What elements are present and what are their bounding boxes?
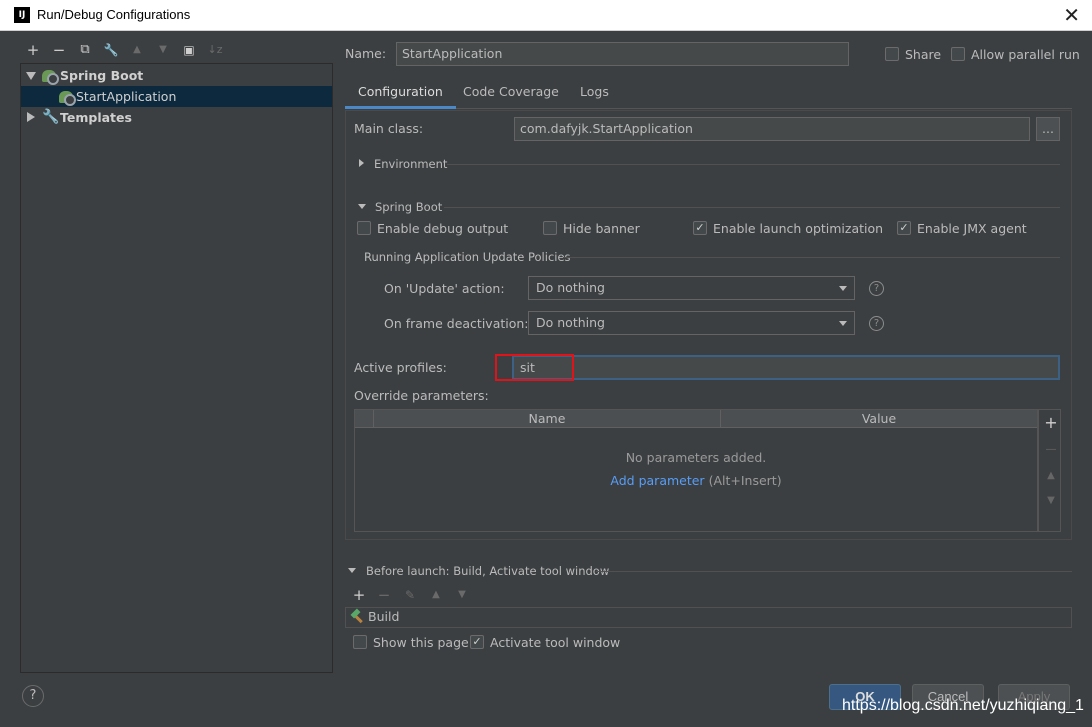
remove-icon[interactable]: ― [1043, 444, 1059, 455]
activate-tool-window-label: Activate tool window [490, 635, 621, 650]
enable-launch-optimization-label: Enable launch optimization [713, 221, 884, 236]
watermark-text: https://blog.csdn.net/yuzhiqiang_1 [842, 697, 1084, 714]
update-policies-label: Running Application Update Policies [364, 250, 571, 264]
separator [596, 571, 1072, 572]
tab-code-coverage[interactable]: Code Coverage [450, 79, 572, 109]
tree-item-label: StartApplication [76, 89, 177, 104]
enable-jmx-agent-label: Enable JMX agent [917, 221, 1027, 236]
environment-section-label[interactable]: Environment [374, 157, 447, 171]
browse-button[interactable]: ... [1036, 117, 1060, 141]
name-field[interactable]: StartApplication [396, 42, 849, 66]
before-launch-task-build[interactable]: Build [345, 607, 1072, 628]
spring-boot-section-label: Spring Boot [375, 200, 443, 214]
close-icon[interactable]: ✕ [1063, 3, 1080, 27]
chevron-down-icon [839, 321, 847, 326]
expand-arrow-icon[interactable] [26, 72, 36, 80]
add-parameter-shortcut: (Alt+Insert) [708, 473, 782, 488]
expand-arrow-icon[interactable] [359, 159, 364, 167]
remove-icon[interactable]: − [49, 40, 69, 60]
add-icon[interactable]: + [349, 585, 369, 605]
tree-group-templates[interactable]: 🔧 Templates [21, 107, 332, 128]
folder-icon[interactable]: ▣ [179, 40, 199, 60]
spring-boot-icon [42, 70, 59, 85]
separator [563, 257, 1060, 258]
hide-banner-label: Hide banner [563, 221, 640, 236]
left-toolbar: + − ⧉ 🔧 ▲ ▼ ▣ ↓z [20, 40, 240, 62]
name-label: Name: [345, 46, 387, 61]
title-bar: IJ Run/Debug Configurations ✕ [0, 0, 1092, 31]
enable-launch-optimization-checkbox[interactable]: ✓ [693, 221, 707, 235]
collapse-arrow-icon[interactable] [348, 568, 356, 573]
separator [447, 164, 1060, 165]
allow-parallel-run-label: Allow parallel run [971, 47, 1080, 62]
main-class-label: Main class: [354, 121, 424, 136]
move-up-icon[interactable]: ▲ [1043, 470, 1059, 481]
highlight-box [495, 354, 574, 381]
collapse-arrow-icon[interactable] [27, 112, 35, 122]
add-parameter-link[interactable]: Add parameter [610, 473, 704, 488]
update-action-value: Do nothing [536, 280, 605, 295]
share-label: Share [905, 47, 942, 62]
tree-item-startapplication[interactable]: StartApplication [21, 86, 332, 107]
wrench-icon[interactable]: 🔧 [101, 40, 121, 60]
share-checkbox[interactable] [885, 47, 899, 61]
tab-configuration[interactable]: Configuration [345, 79, 456, 109]
override-parameters-label: Override parameters: [354, 388, 489, 403]
column-header-value[interactable]: Value [720, 410, 1037, 428]
hide-banner-checkbox[interactable] [543, 221, 557, 235]
help-icon[interactable]: ? [22, 685, 44, 707]
move-down-icon[interactable]: ▼ [452, 585, 472, 605]
window-title: Run/Debug Configurations [37, 7, 191, 22]
enable-debug-output-label: Enable debug output [377, 221, 509, 236]
frame-deactivation-label: On frame deactivation: [384, 316, 529, 331]
before-launch-label: Before launch: Build, Activate tool wind… [366, 564, 610, 578]
add-parameter-row: Add parameter (Alt+Insert) [355, 473, 1037, 488]
tree-group-label: Spring Boot [60, 68, 144, 83]
show-this-page-label: Show this page [373, 635, 469, 650]
move-up-icon[interactable]: ▲ [127, 40, 147, 60]
tab-bar: Configuration Code Coverage Logs [345, 79, 1072, 109]
edit-icon[interactable]: ✎ [400, 585, 420, 605]
move-up-icon[interactable]: ▲ [426, 585, 446, 605]
collapse-arrow-icon[interactable] [358, 204, 366, 209]
override-parameters-table: Name Value No parameters added. Add para… [354, 409, 1038, 532]
sort-icon[interactable]: ↓z [205, 40, 225, 60]
move-down-icon[interactable]: ▼ [153, 40, 173, 60]
update-action-label: On 'Update' action: [384, 281, 505, 296]
tree-group-spring-boot[interactable]: Spring Boot [21, 65, 332, 86]
spring-boot-icon [59, 91, 76, 106]
intellij-app-icon: IJ [14, 7, 30, 23]
enable-jmx-agent-checkbox[interactable]: ✓ [897, 221, 911, 235]
column-header-name[interactable]: Name [373, 410, 720, 428]
move-down-icon[interactable]: ▼ [1043, 495, 1059, 506]
copy-icon[interactable]: ⧉ [75, 40, 95, 60]
tree-group-label: Templates [60, 110, 132, 125]
main-class-field[interactable]: com.dafyjk.StartApplication [514, 117, 1030, 141]
remove-icon[interactable]: − [374, 585, 394, 605]
tab-logs[interactable]: Logs [567, 79, 622, 109]
frame-deactivation-value: Do nothing [536, 315, 605, 330]
help-icon[interactable]: ? [869, 316, 884, 331]
empty-table-message: No parameters added. [625, 450, 767, 465]
frame-deactivation-dropdown[interactable]: Do nothing [528, 311, 855, 335]
help-icon[interactable]: ? [869, 281, 884, 296]
chevron-down-icon [839, 286, 847, 291]
task-label: Build [368, 609, 400, 624]
active-profiles-field[interactable]: sit [512, 355, 1060, 380]
update-action-dropdown[interactable]: Do nothing [528, 276, 855, 300]
wrench-icon: 🔧 [42, 109, 60, 125]
separator [444, 207, 1060, 208]
add-icon[interactable]: + [1043, 413, 1059, 432]
configurations-tree: Spring Boot StartApplication 🔧 Templates [20, 63, 333, 673]
show-this-page-checkbox[interactable] [353, 635, 367, 649]
active-profiles-label: Active profiles: [354, 360, 447, 375]
build-hammer-icon [350, 610, 366, 624]
table-header: Name Value [355, 410, 1037, 428]
add-icon[interactable]: + [23, 40, 43, 60]
allow-parallel-run-checkbox[interactable] [951, 47, 965, 61]
enable-debug-output-checkbox[interactable] [357, 221, 371, 235]
activate-tool-window-checkbox[interactable]: ✓ [470, 635, 484, 649]
